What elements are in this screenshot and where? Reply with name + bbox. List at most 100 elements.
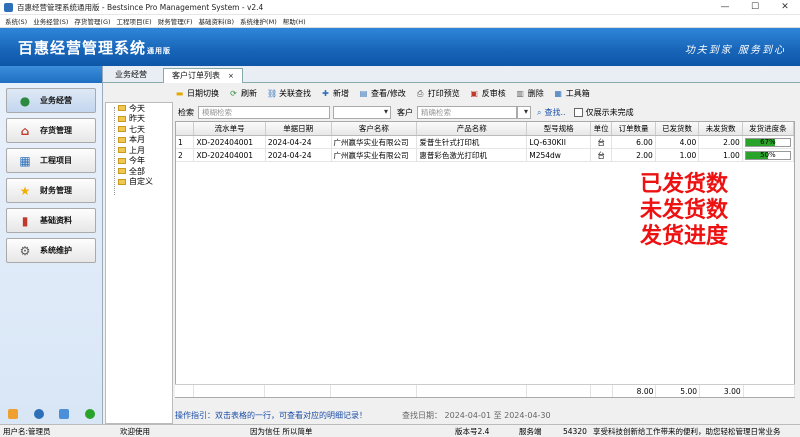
column-header[interactable]: 客户名称: [332, 122, 418, 135]
unaudit-button[interactable]: ▣ 反审核: [470, 88, 505, 99]
progress-bar: 67%: [744, 138, 791, 147]
customer-search-input[interactable]: 精确检索: [417, 106, 517, 119]
folder-icon: [118, 178, 126, 185]
tree-item-today[interactable]: 今天: [118, 103, 172, 114]
maximize-button[interactable]: ☐: [740, 0, 770, 15]
menu-project[interactable]: 工程项目(E): [117, 16, 152, 26]
column-header[interactable]: 流水单号: [194, 122, 266, 135]
unit-cell: 台: [591, 136, 613, 148]
table-row[interactable]: 1 XD-202404001 2024-04-24 广州嬴华实业有限公司 爱普生…: [176, 136, 794, 149]
column-header[interactable]: 发货进度条: [743, 122, 794, 135]
column-header[interactable]: 订单数量: [612, 122, 656, 135]
status-bar: 用户名:管理员 欢迎使用 因为信任 所以简单 版本号2.4 服务端 54320 …: [0, 424, 800, 437]
shipped-cell: 1.00: [656, 149, 700, 161]
nav-project-button[interactable]: ▦ 工程项目: [6, 148, 96, 173]
date-tree: 今天 昨天 七天 本月 上月 今年 全部 自定义: [105, 102, 173, 424]
nav-finance-button[interactable]: ★ 财务管理: [6, 178, 96, 203]
app-banner: 百惠经营管理系统通用版 功夫到家 服务到心: [0, 28, 800, 66]
edit-icon: ▤: [359, 89, 368, 98]
orders-table: 流水单号 单据日期 客户名称 产品名称 型号规格 单位 订单数量 已发货数 未发…: [175, 121, 795, 398]
customer-cell: 广州嬴华实业有限公司: [332, 136, 418, 148]
menu-system[interactable]: 系统(S): [5, 16, 27, 26]
refresh-icon: ⟳: [230, 89, 237, 98]
progress-cell: 50%: [743, 149, 794, 161]
delete-icon: ▥: [516, 89, 524, 98]
row-number: 1: [176, 136, 195, 148]
row-number: 2: [176, 149, 195, 161]
column-header[interactable]: 已发货数: [656, 122, 700, 135]
note-icon[interactable]: [7, 409, 18, 419]
column-header[interactable]: 单据日期: [266, 122, 332, 135]
shipped-cell: 4.00: [656, 136, 700, 148]
status-port: 54320: [563, 426, 587, 436]
column-header[interactable]: 单位: [591, 122, 613, 135]
search-label: 检索: [178, 108, 194, 117]
add-button[interactable]: ✚ 新增: [321, 88, 349, 99]
status-server-label: 服务端: [519, 426, 542, 436]
menu-maintenance[interactable]: 系统维护(M): [240, 16, 277, 26]
info-icon[interactable]: [33, 409, 44, 419]
tree-item-last-month[interactable]: 上月: [118, 145, 172, 156]
unfinished-only-checkbox[interactable]: [573, 108, 583, 117]
field-select[interactable]: [333, 106, 391, 119]
title-bar: 百惠经营管理系统通用版 - Bestsince Pro Management S…: [0, 0, 800, 15]
menu-business[interactable]: 业务经营(S): [33, 16, 68, 26]
search-icon: ⌕: [537, 107, 542, 117]
column-header[interactable]: 产品名称: [417, 122, 528, 135]
tab-business[interactable]: 业务经营: [107, 68, 155, 83]
toolbox-button[interactable]: ▦ 工具箱: [554, 88, 589, 99]
filter-bar: 检索 模糊检索 客户 精确检索 ⌕查找.. 仅展示未完成: [175, 104, 800, 121]
nav-inventory-button[interactable]: ⌂ 存货管理: [6, 118, 96, 143]
tree-item-all[interactable]: 全部: [118, 166, 172, 177]
nav-business-button[interactable]: ● 业务经营: [6, 88, 96, 113]
menu-bar: 系统(S) 业务经营(S) 存货管理(G) 工程项目(E) 财务管理(F) 基础…: [0, 15, 800, 28]
print-preview-button[interactable]: ⎙ 打印预览: [416, 88, 460, 99]
sidebar: ● 业务经营 ⌂ 存货管理 ▦ 工程项目 ★ 财务管理 ▮ 基础资料 ⚙ 系统维护: [0, 66, 103, 424]
column-header[interactable]: [176, 122, 195, 135]
column-header[interactable]: 未发货数: [699, 122, 743, 135]
menu-finance[interactable]: 财务管理(F): [158, 16, 193, 26]
nav-maintenance-button[interactable]: ⚙ 系统维护: [6, 238, 96, 263]
toolbox-icon: ▦: [554, 89, 562, 98]
tree-item-this-month[interactable]: 本月: [118, 135, 172, 146]
date-cell: 2024-04-24: [266, 136, 332, 148]
tree-item-yesterday[interactable]: 昨天: [118, 114, 172, 125]
minimize-button[interactable]: —: [710, 0, 740, 15]
annotation-line: 已发货数: [640, 172, 729, 197]
search-button[interactable]: ⌕ 查找..: [537, 107, 566, 118]
tab-customer-orders[interactable]: 客户订单列表 ×: [163, 68, 243, 83]
refresh-icon[interactable]: [85, 409, 96, 419]
date-switch-button[interactable]: ▬ 日期切换: [175, 88, 219, 99]
product-cell: 惠普彩色激光打印机: [417, 149, 528, 161]
menu-help[interactable]: 帮助(H): [283, 16, 306, 26]
model-cell: LQ-630KII: [527, 136, 591, 148]
delete-button[interactable]: ▥ 删除: [516, 88, 543, 99]
app-icon: [4, 2, 13, 12]
fuzzy-search-input[interactable]: 模糊检索: [198, 106, 330, 119]
nav-basic-data-button[interactable]: ▮ 基础资料: [6, 208, 96, 233]
menu-inventory[interactable]: 存货管理(G): [74, 16, 110, 26]
close-tab-icon[interactable]: ×: [228, 72, 234, 80]
business-icon: ●: [19, 93, 31, 108]
related-search-button[interactable]: ⛓ 关联查找: [267, 88, 311, 99]
monitor-icon[interactable]: [59, 409, 70, 419]
tree-item-custom[interactable]: 自定义: [118, 177, 172, 188]
menu-basic-data[interactable]: 基础资料(B): [199, 16, 235, 26]
folder-icon: ▬: [175, 89, 184, 98]
table-header: 流水单号 单据日期 客户名称 产品名称 型号规格 单位 订单数量 已发货数 未发…: [176, 122, 794, 136]
tree-item-seven-days[interactable]: 七天: [118, 124, 172, 135]
table-row[interactable]: 2 XD-202404001 2024-04-24 广州嬴华实业有限公司 惠普彩…: [176, 149, 794, 162]
serial-cell: XD-202404001: [194, 136, 266, 148]
view-edit-button[interactable]: ▤ 查看/修改: [359, 88, 406, 99]
tab-strip: 业务经营 客户订单列表 ×: [103, 66, 800, 83]
total-qty: 8.00: [613, 385, 657, 397]
customer-dropdown[interactable]: [517, 106, 531, 119]
column-header[interactable]: 型号规格: [527, 122, 591, 135]
folder-icon: [118, 157, 126, 164]
tree-item-this-year[interactable]: 今年: [118, 156, 172, 167]
close-button[interactable]: ✕: [770, 0, 800, 15]
annotation-overlay: 已发货数 未发货数 发货进度: [640, 172, 728, 250]
date-cell: 2024-04-24: [266, 149, 332, 161]
refresh-button[interactable]: ⟳ 刷新: [229, 88, 257, 99]
customer-cell: 广州嬴华实业有限公司: [332, 149, 418, 161]
